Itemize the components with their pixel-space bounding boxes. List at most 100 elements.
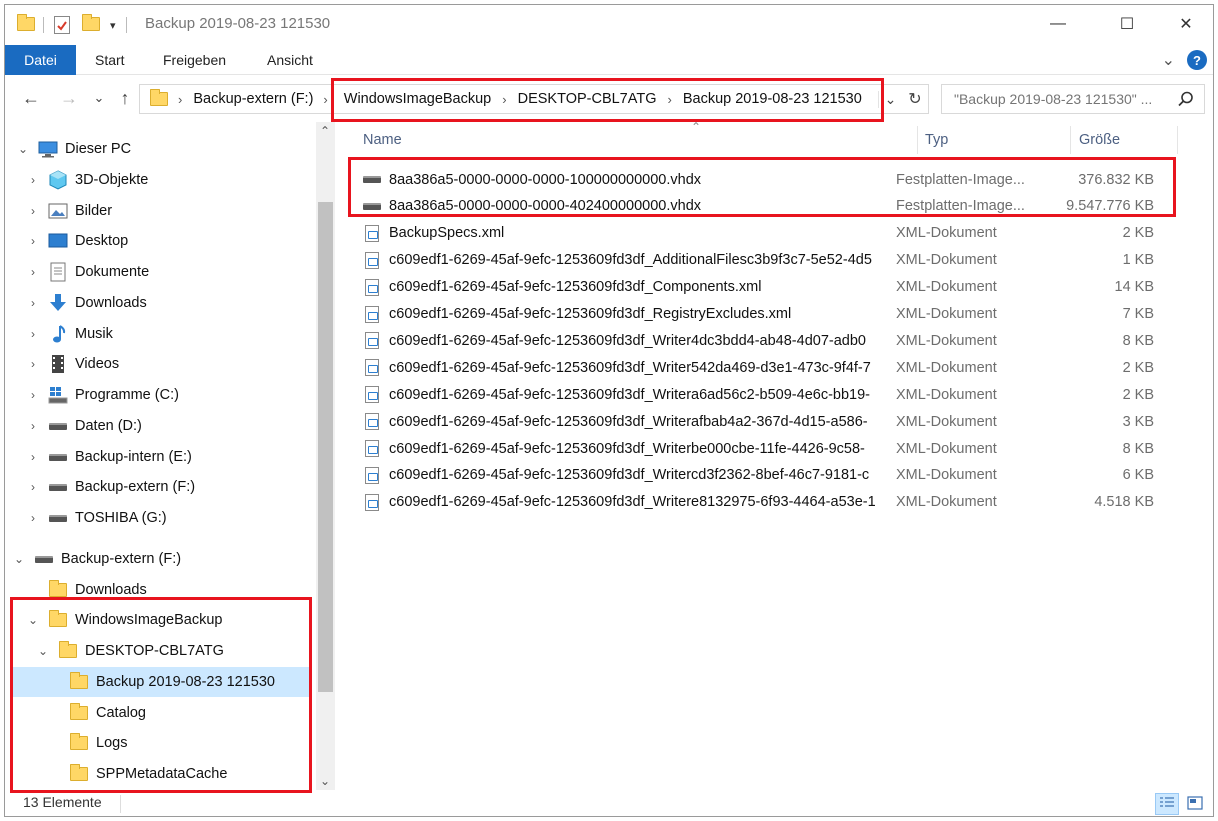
- up-button[interactable]: ↑: [113, 86, 137, 110]
- breadcrumb-windowsimagebackup[interactable]: WindowsImageBackup: [344, 91, 492, 107]
- file-row[interactable]: c609edf1-6269-45af-9efc-1253609fd3df_Com…: [363, 274, 1173, 301]
- file-name: c609edf1-6269-45af-9efc-1253609fd3df_Reg…: [389, 306, 792, 322]
- file-row[interactable]: c609edf1-6269-45af-9efc-1253609fd3df_Wri…: [363, 408, 1173, 435]
- folder-icon[interactable]: [17, 13, 35, 34]
- scroll-down-icon[interactable]: ⌄: [320, 774, 330, 788]
- nav-item[interactable]: › TOSHIBA (G:): [25, 503, 167, 533]
- chevron-right-icon[interactable]: ›: [25, 204, 41, 218]
- search-box[interactable]: [941, 84, 1205, 114]
- breadcrumb-separator[interactable]: ›: [667, 92, 671, 107]
- xml-file-icon: [363, 440, 381, 458]
- customize-quick-access-icon[interactable]: ▾: [110, 19, 116, 32]
- chevron-right-icon[interactable]: ›: [25, 480, 41, 494]
- scroll-thumb[interactable]: [318, 202, 333, 692]
- file-row[interactable]: 8aa386a5-0000-0000-0000-402400000000.vhd…: [363, 193, 1173, 220]
- column-header-name[interactable]: Name: [363, 122, 402, 158]
- chevron-down-icon[interactable]: ⌄: [11, 552, 27, 566]
- column-header-type[interactable]: Typ: [925, 122, 948, 158]
- nav-item[interactable]: › Videos: [25, 349, 119, 379]
- breadcrumb-separator[interactable]: ›: [178, 92, 182, 107]
- file-row[interactable]: c609edf1-6269-45af-9efc-1253609fd3df_Wri…: [363, 435, 1173, 462]
- nav-pane-scrollbar[interactable]: ⌃ ⌄: [316, 122, 335, 790]
- column-divider[interactable]: [1177, 126, 1178, 154]
- address-dropdown-icon[interactable]: ⌄: [878, 90, 902, 108]
- minimize-button[interactable]: —: [1035, 11, 1081, 37]
- chevron-down-icon[interactable]: ⌄: [35, 644, 51, 658]
- recent-locations-button[interactable]: ⌄: [87, 86, 111, 110]
- chevron-right-icon[interactable]: ›: [25, 296, 41, 310]
- column-divider[interactable]: [1070, 126, 1071, 154]
- nav-item[interactable]: › Backup-intern (E:): [25, 442, 192, 472]
- tab-file[interactable]: Datei: [5, 45, 76, 75]
- file-row[interactable]: c609edf1-6269-45af-9efc-1253609fd3df_Wri…: [363, 327, 1173, 354]
- nav-item[interactable]: › Downloads: [25, 288, 147, 318]
- breadcrumb-separator[interactable]: ›: [323, 92, 327, 107]
- new-folder-icon[interactable]: [82, 13, 100, 34]
- nav-item[interactable]: ⌄ WindowsImageBackup: [25, 605, 223, 635]
- back-button[interactable]: ←: [19, 86, 43, 110]
- file-row[interactable]: c609edf1-6269-45af-9efc-1253609fd3df_Wri…: [363, 489, 1173, 516]
- file-row[interactable]: 8aa386a5-0000-0000-0000-100000000000.vhd…: [363, 166, 1173, 193]
- file-row[interactable]: c609edf1-6269-45af-9efc-1253609fd3df_Reg…: [363, 301, 1173, 328]
- nav-item[interactable]: › Programme (C:): [25, 380, 179, 410]
- nav-item[interactable]: › Dokumente: [25, 257, 149, 287]
- search-icon[interactable]: [1178, 91, 1194, 107]
- nav-item[interactable]: Catalog: [46, 698, 146, 728]
- scroll-up-icon[interactable]: ⌃: [320, 124, 330, 138]
- breadcrumb-separator[interactable]: ›: [502, 92, 506, 107]
- chevron-right-icon[interactable]: ›: [25, 327, 41, 341]
- tab-view[interactable]: Ansicht: [257, 45, 323, 75]
- nav-item[interactable]: › Bilder: [25, 196, 112, 226]
- file-type: XML-Dokument: [896, 279, 997, 296]
- nav-item[interactable]: › Musik: [25, 319, 113, 349]
- nav-item[interactable]: ⌄ DESKTOP-CBL7ATG: [35, 636, 224, 666]
- nav-item-label: WindowsImageBackup: [75, 612, 223, 628]
- chevron-right-icon[interactable]: ›: [25, 173, 41, 187]
- chevron-right-icon[interactable]: ›: [25, 511, 41, 525]
- chevron-right-icon[interactable]: ›: [25, 419, 41, 433]
- nav-item[interactable]: › Desktop: [25, 226, 128, 256]
- expand-ribbon-icon[interactable]: ⌄: [1162, 50, 1175, 70]
- search-input[interactable]: [954, 91, 1164, 107]
- file-size: 3 KB: [1122, 413, 1154, 430]
- properties-icon[interactable]: [54, 16, 70, 34]
- nav-item[interactable]: Downloads: [25, 575, 147, 605]
- nav-item[interactable]: › Backup-extern (F:): [25, 472, 195, 502]
- chevron-down-icon[interactable]: ⌄: [15, 142, 31, 156]
- maximize-button[interactable]: ☐: [1104, 11, 1150, 37]
- nav-item[interactable]: ⌄ Dieser PC: [15, 134, 131, 164]
- nav-item-label: DESKTOP-CBL7ATG: [85, 643, 224, 659]
- nav-item[interactable]: ⌄ Backup-extern (F:): [11, 544, 181, 574]
- chevron-right-icon[interactable]: ›: [25, 234, 41, 248]
- help-icon[interactable]: ?: [1187, 50, 1207, 70]
- chevron-right-icon[interactable]: ›: [25, 450, 41, 464]
- file-row[interactable]: c609edf1-6269-45af-9efc-1253609fd3df_Wri…: [363, 462, 1173, 489]
- nav-item[interactable]: Logs: [46, 728, 127, 758]
- file-row[interactable]: c609edf1-6269-45af-9efc-1253609fd3df_Wri…: [363, 354, 1173, 381]
- address-bar[interactable]: › Backup-extern (F:) › WindowsImageBacku…: [139, 84, 929, 114]
- refresh-icon[interactable]: ↻: [902, 89, 928, 109]
- column-divider[interactable]: [917, 126, 918, 154]
- chevron-right-icon[interactable]: ›: [25, 357, 41, 371]
- tab-share[interactable]: Freigeben: [153, 45, 236, 75]
- details-view-button[interactable]: [1155, 793, 1179, 815]
- forward-button[interactable]: →: [57, 86, 81, 110]
- xml-file-icon: [363, 278, 381, 296]
- nav-item[interactable]: › Daten (D:): [25, 411, 142, 441]
- nav-item[interactable]: Backup 2019-08-23 121530: [11, 667, 309, 697]
- chevron-right-icon[interactable]: ›: [25, 265, 41, 279]
- file-row[interactable]: BackupSpecs.xml XML-Dokument 2 KB: [363, 220, 1173, 247]
- large-icons-view-button[interactable]: [1183, 793, 1207, 815]
- tab-start[interactable]: Start: [85, 45, 135, 75]
- nav-item[interactable]: › 3D-Objekte: [25, 165, 148, 195]
- nav-item[interactable]: SPPMetadataCache: [46, 759, 227, 789]
- chevron-right-icon[interactable]: ›: [25, 388, 41, 402]
- file-row[interactable]: c609edf1-6269-45af-9efc-1253609fd3df_Wri…: [363, 381, 1173, 408]
- breadcrumb-drive[interactable]: Backup-extern (F:): [193, 91, 313, 107]
- chevron-down-icon[interactable]: ⌄: [25, 613, 41, 627]
- file-row[interactable]: c609edf1-6269-45af-9efc-1253609fd3df_Add…: [363, 247, 1173, 274]
- breadcrumb-desktop[interactable]: DESKTOP-CBL7ATG: [518, 91, 657, 107]
- close-button[interactable]: ✕: [1163, 11, 1209, 37]
- breadcrumb-backup[interactable]: Backup 2019-08-23 121530: [683, 91, 862, 107]
- column-header-size[interactable]: Größe: [1079, 122, 1120, 158]
